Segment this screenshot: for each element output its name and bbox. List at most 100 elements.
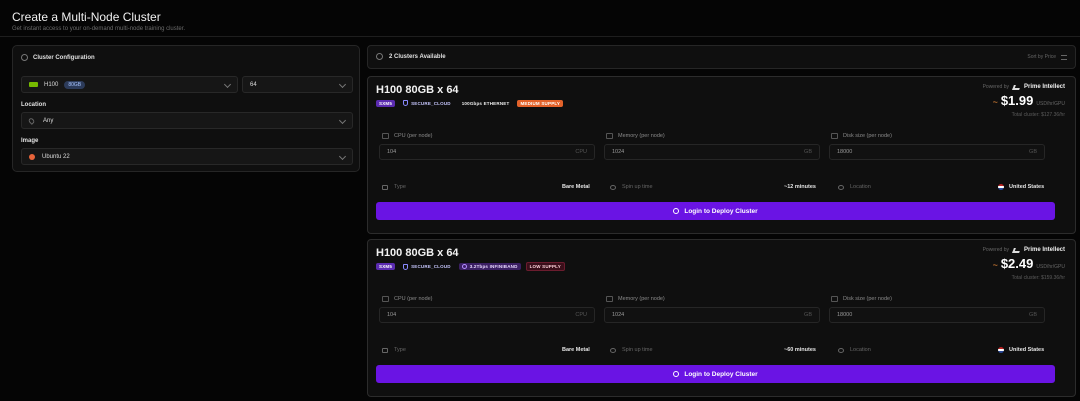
image-label: Image [21,138,39,144]
price-unit: USD/hr/GPU [1036,264,1065,270]
cluster-card: H100 80GB x 64 SXM5 SECURE_CLOUD 100Gbps… [367,76,1076,234]
gpu-select[interactable]: H100 80GB [21,76,238,93]
gpu-memory-badge: 80GB [64,80,86,89]
type-label: Type [394,184,406,190]
spin-meta: Spin up time ~12 minutes [610,184,816,190]
approx-icon: ~ [992,260,998,270]
location-label: Location [850,184,871,190]
clock-icon [610,184,616,190]
shield-icon [403,263,409,270]
type-label: Type [394,347,406,353]
disk-value: 18000 [837,312,853,318]
approx-icon: ~ [992,97,998,107]
cluster-title: H100 80GB x 64 [376,84,459,96]
memory-field[interactable]: 1024 GB [604,144,820,160]
deploy-cluster-button[interactable]: Login to Deploy Cluster [376,365,1055,383]
deploy-button-label: Login to Deploy Cluster [684,207,758,215]
cluster-card: H100 80GB x 64 SXM5 SECURE_CLOUD 3.2Tbps… [367,239,1076,397]
server-icon [382,184,388,190]
disk-field[interactable]: 18000 GB [829,307,1045,323]
cluster-tags: SXM5 SECURE_CLOUD 3.2Tbps INFINIBAND LOW… [376,262,565,271]
cloud-tag: SECURE_CLOUD [400,99,454,107]
disk-value: 18000 [837,149,853,155]
memory-label: Memory (per node) [606,296,665,302]
type-value: Bare Metal [562,184,590,190]
spin-label: Spin up time [622,184,653,190]
prime-intellect-logo-icon [1012,84,1021,90]
supply-tag: LOW SUPPLY [525,262,565,271]
disk-label-text: Disk size (per node) [843,296,892,302]
chevron-down-icon [338,152,347,161]
price-unit: USD/hr/GPU [1036,101,1065,107]
spin-meta: Spin up time ~60 minutes [610,347,816,353]
cpu-icon [382,296,389,302]
gpu-count-select[interactable]: 64 [242,76,353,93]
provider-prefix: Powered by [982,84,1009,90]
price: ~ $1.99 USD/hr/GPU [993,93,1065,108]
login-icon [673,208,680,214]
cpu-label-text: CPU (per node) [394,296,433,302]
location-select[interactable]: Any [21,112,353,129]
status-ring-icon [376,53,383,60]
memory-icon [606,296,613,302]
cpu-unit: CPU [575,149,587,155]
cpu-label-text: CPU (per node) [394,133,433,139]
provider: Powered by Prime Intellect [983,247,1065,253]
provider-prefix: Powered by [982,247,1009,253]
form-factor-tag: SXM5 [376,263,396,270]
network-tag: 100Gbps ETHERNET [461,100,510,106]
disk-unit: GB [1029,312,1037,318]
spin-value: ~60 minutes [784,347,816,353]
chevron-down-icon [223,80,232,89]
chevron-down-icon [338,80,347,89]
memory-field[interactable]: 1024 GB [604,307,820,323]
cluster-configuration-panel: Cluster Configuration H100 80GB 64 Locat… [12,45,360,172]
disk-field[interactable]: 18000 GB [829,144,1045,160]
clusters-count-label: 2 Clusters Available [389,53,446,60]
memory-value: 1024 [612,149,625,155]
location-meta: Location United States [838,347,1044,353]
ubuntu-icon [29,153,35,160]
type-meta: Type Bare Metal [382,347,590,353]
provider: Powered by Prime Intellect [983,84,1065,90]
image-select[interactable]: Ubuntu 22 [21,148,353,165]
cpu-label: CPU (per node) [382,133,433,139]
disk-label: Disk size (per node) [831,133,892,139]
gpu-name: H100 [44,81,59,88]
clusters-count: 2 Clusters Available [376,53,446,60]
clock-icon [610,347,616,353]
price-value: $1.99 [1000,93,1034,108]
total-price: Total cluster: $127.36/hr [1011,112,1065,118]
deploy-cluster-button[interactable]: Login to Deploy Cluster [376,202,1055,220]
location-label: Location [850,347,871,353]
type-meta: Type Bare Metal [382,184,590,190]
form-factor-tag: SXM5 [376,99,396,107]
disk-icon [831,296,838,302]
total-price: Total cluster: $159.36/hr [1011,275,1065,281]
location-meta: Location United States [838,184,1044,190]
us-flag-icon [998,184,1004,190]
image-value: Ubuntu 22 [42,153,70,160]
price-value: $2.49 [1000,256,1034,271]
memory-value: 1024 [612,312,625,318]
page-title: Create a Multi-Node Cluster [12,10,161,24]
prime-intellect-logo-icon [1012,247,1021,253]
cpu-value: 104 [387,149,397,155]
memory-unit: GB [804,149,812,155]
provider-name: Prime Intellect [1023,247,1065,253]
location-value: United States [998,184,1044,190]
cpu-field[interactable]: 104 CPU [379,307,595,323]
results-header: 2 Clusters Available Sort by Price [367,45,1076,69]
disk-icon [831,133,838,139]
price: ~ $2.49 USD/hr/GPU [993,256,1065,271]
panel-header-label: Cluster Configuration [33,54,95,61]
cluster-tags: SXM5 SECURE_CLOUD 100Gbps ETHERNET MEDIU… [376,99,564,107]
sort-button[interactable]: Sort by Price [1027,54,1067,60]
location-value: Any [43,117,54,124]
cpu-value: 104 [387,312,397,318]
page-subtitle: Get instant access to your on-demand mul… [12,26,186,32]
cpu-field[interactable]: 104 CPU [379,144,595,160]
location-value-text: United States [1009,347,1045,353]
memory-label: Memory (per node) [606,133,665,139]
memory-label-text: Memory (per node) [618,133,665,139]
